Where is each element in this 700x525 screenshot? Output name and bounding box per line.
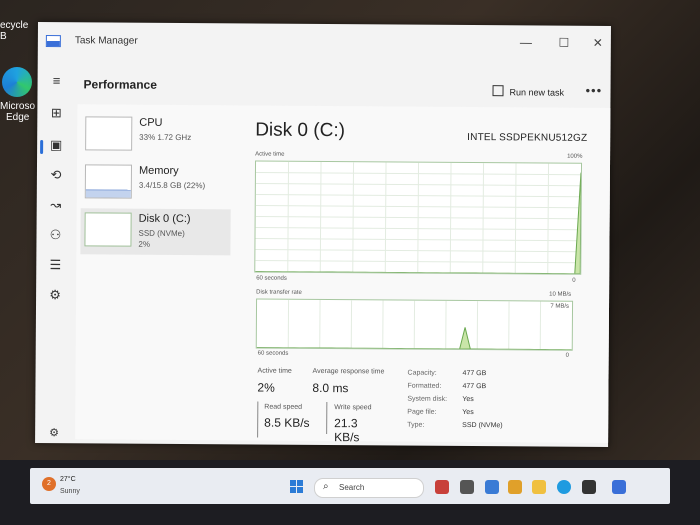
recycle-bin-label[interactable]: ecycle B — [0, 20, 36, 42]
graph1-x-left: 60 seconds — [256, 275, 287, 282]
edge-icon — [2, 67, 32, 97]
copilot-icon[interactable] — [508, 480, 522, 494]
taskbar: 2 27°C Sunny ⌕ Search — [0, 460, 700, 525]
page-title: Performance — [83, 77, 157, 92]
app-history-icon[interactable]: ⟲ — [47, 166, 65, 184]
graph2-label: Disk transfer rate — [256, 289, 302, 296]
memory-usage-fill — [85, 189, 131, 198]
graph1-max: 100% — [567, 153, 583, 160]
read-write-box: Read speed 8.5 KB/s Write speed 21.3 KB/… — [257, 401, 385, 444]
edge-label-line1: Microso — [0, 101, 36, 112]
graph2-x-left: 60 seconds — [257, 350, 289, 357]
disk-model: INTEL SSDPEKNU512GZ — [467, 131, 588, 144]
read-speed-label: Read speed — [264, 403, 303, 411]
more-options-button[interactable]: ••• — [585, 83, 602, 98]
task-manager-taskbar-icon[interactable] — [612, 480, 626, 494]
sidebar-item-cpu[interactable]: CPU 33% 1.72 GHz — [81, 112, 231, 159]
active-time-plot — [255, 161, 582, 274]
details-icon[interactable]: ☰ — [46, 256, 64, 274]
sidebar-item-subtitle: 33% 1.72 GHz — [139, 132, 192, 143]
users-icon[interactable]: ⚇ — [46, 226, 64, 244]
write-speed-value: 21.3 KB/s — [334, 416, 360, 445]
file-explorer-icon[interactable] — [532, 480, 546, 494]
avg-response-value: 8.0 ms — [312, 380, 349, 396]
prop-value: Yes — [462, 395, 474, 404]
app-icon[interactable] — [485, 480, 499, 494]
performance-content: CPU 33% 1.72 GHz Memory 3.4/15.8 GB (22%… — [75, 104, 611, 444]
avg-response-label: Average response time — [312, 367, 385, 376]
prop-value: 477 GB — [462, 369, 487, 378]
prop-key: Page file: — [407, 408, 437, 416]
sidebar-item-title: Disk 0 (C:) — [138, 212, 191, 226]
edge-taskbar-icon[interactable] — [557, 480, 571, 494]
active-time-graph — [254, 160, 583, 275]
rw-divider — [326, 402, 328, 435]
transfer-rate-graph: 7 MB/s — [255, 298, 574, 351]
active-indicator — [40, 140, 44, 155]
read-speed-value: 8.5 KB/s — [264, 415, 310, 430]
weather-icon[interactable]: 2 — [42, 477, 56, 491]
prop-value: Yes — [462, 408, 474, 417]
graph1-x-right: 0 — [572, 277, 576, 284]
hamburger-menu-icon[interactable]: ≡ — [48, 72, 66, 90]
weather-condition[interactable]: Sunny — [60, 488, 80, 495]
search-label: Search — [339, 483, 365, 492]
memory-thumbnail-graph — [84, 164, 133, 199]
graph2-inner-max: 7 MB/s — [550, 303, 570, 310]
close-button[interactable]: ✕ — [590, 36, 606, 50]
services-icon[interactable]: ⚙ — [46, 286, 64, 304]
startup-apps-icon[interactable]: ↝ — [47, 196, 65, 214]
prop-key: System disk: — [407, 395, 448, 403]
prop-key: Capacity: — [407, 369, 437, 377]
run-new-task-button[interactable]: Run new task — [492, 85, 565, 98]
transfer-rate-plot — [256, 299, 572, 350]
widgets-icon[interactable] — [435, 480, 449, 494]
minimize-button[interactable]: — — [518, 35, 534, 49]
graph2-x-right: 0 — [565, 352, 570, 359]
run-task-icon — [492, 85, 504, 97]
task-manager-window: Task Manager — ☐ ✕ ≡ ⊞ ▣ ⟲ ↝ ⚇ ☰ ⚙ ⚙ Per… — [35, 22, 611, 447]
active-time-label: Active time — [257, 367, 292, 375]
title-bar[interactable]: Task Manager — ☐ ✕ — [38, 22, 611, 62]
maximize-button[interactable]: ☐ — [556, 36, 572, 50]
performance-icon[interactable]: ▣ — [47, 136, 65, 154]
prop-value: SSD (NVMe) — [462, 421, 503, 430]
sidebar-item-memory[interactable]: Memory 3.4/15.8 GB (22%) — [81, 160, 231, 207]
start-button[interactable] — [290, 480, 304, 494]
settings-icon[interactable]: ⚙ — [45, 424, 63, 442]
store-icon[interactable] — [582, 480, 596, 494]
graph1-label: Active time — [255, 151, 285, 158]
disk-thumbnail-graph — [84, 212, 132, 247]
processes-icon[interactable]: ⊞ — [47, 104, 65, 122]
task-manager-app-icon — [45, 35, 61, 48]
sidebar-item-disk0[interactable]: Disk 0 (C:) SSD (NVMe) 2% — [80, 208, 231, 256]
prop-value: 477 GB — [462, 382, 487, 391]
sidebar-item-subtitle: SSD (NVMe) 2% — [138, 228, 184, 250]
cpu-thumbnail-graph — [85, 116, 133, 151]
edge-label-line2: Edge — [6, 112, 30, 123]
write-speed-label: Write speed — [334, 404, 372, 412]
edge-desktop-shortcut[interactable]: Microso Edge — [0, 65, 36, 123]
window-title: Task Manager — [74, 35, 138, 47]
taskbar-search[interactable]: ⌕ Search — [314, 478, 424, 498]
sidebar-item-title: CPU — [139, 116, 163, 129]
taskbar-surface: 2 27°C Sunny ⌕ Search — [30, 468, 670, 504]
sidebar-item-title: Memory — [138, 164, 179, 177]
task-view-icon[interactable] — [460, 480, 474, 494]
disk-title: Disk 0 (C:) — [255, 119, 346, 142]
weather-temperature[interactable]: 27°C — [60, 476, 76, 483]
disk-type-text: SSD (NVMe) — [138, 228, 185, 239]
graph2-max: 10 MB/s — [549, 291, 572, 298]
sidebar-item-subtitle: 3.4/15.8 GB (22%) — [138, 180, 206, 191]
navigation-rail: ≡ ⊞ ▣ ⟲ ↝ ⚇ ☰ ⚙ ⚙ — [35, 66, 78, 439]
active-time-value: 2% — [257, 380, 275, 395]
search-icon: ⌕ — [323, 481, 329, 492]
prop-key: Formatted: — [407, 382, 442, 390]
prop-key: Type: — [407, 421, 425, 429]
disk-usage-text: 2% — [138, 239, 151, 249]
run-new-task-label: Run new task — [509, 87, 565, 98]
